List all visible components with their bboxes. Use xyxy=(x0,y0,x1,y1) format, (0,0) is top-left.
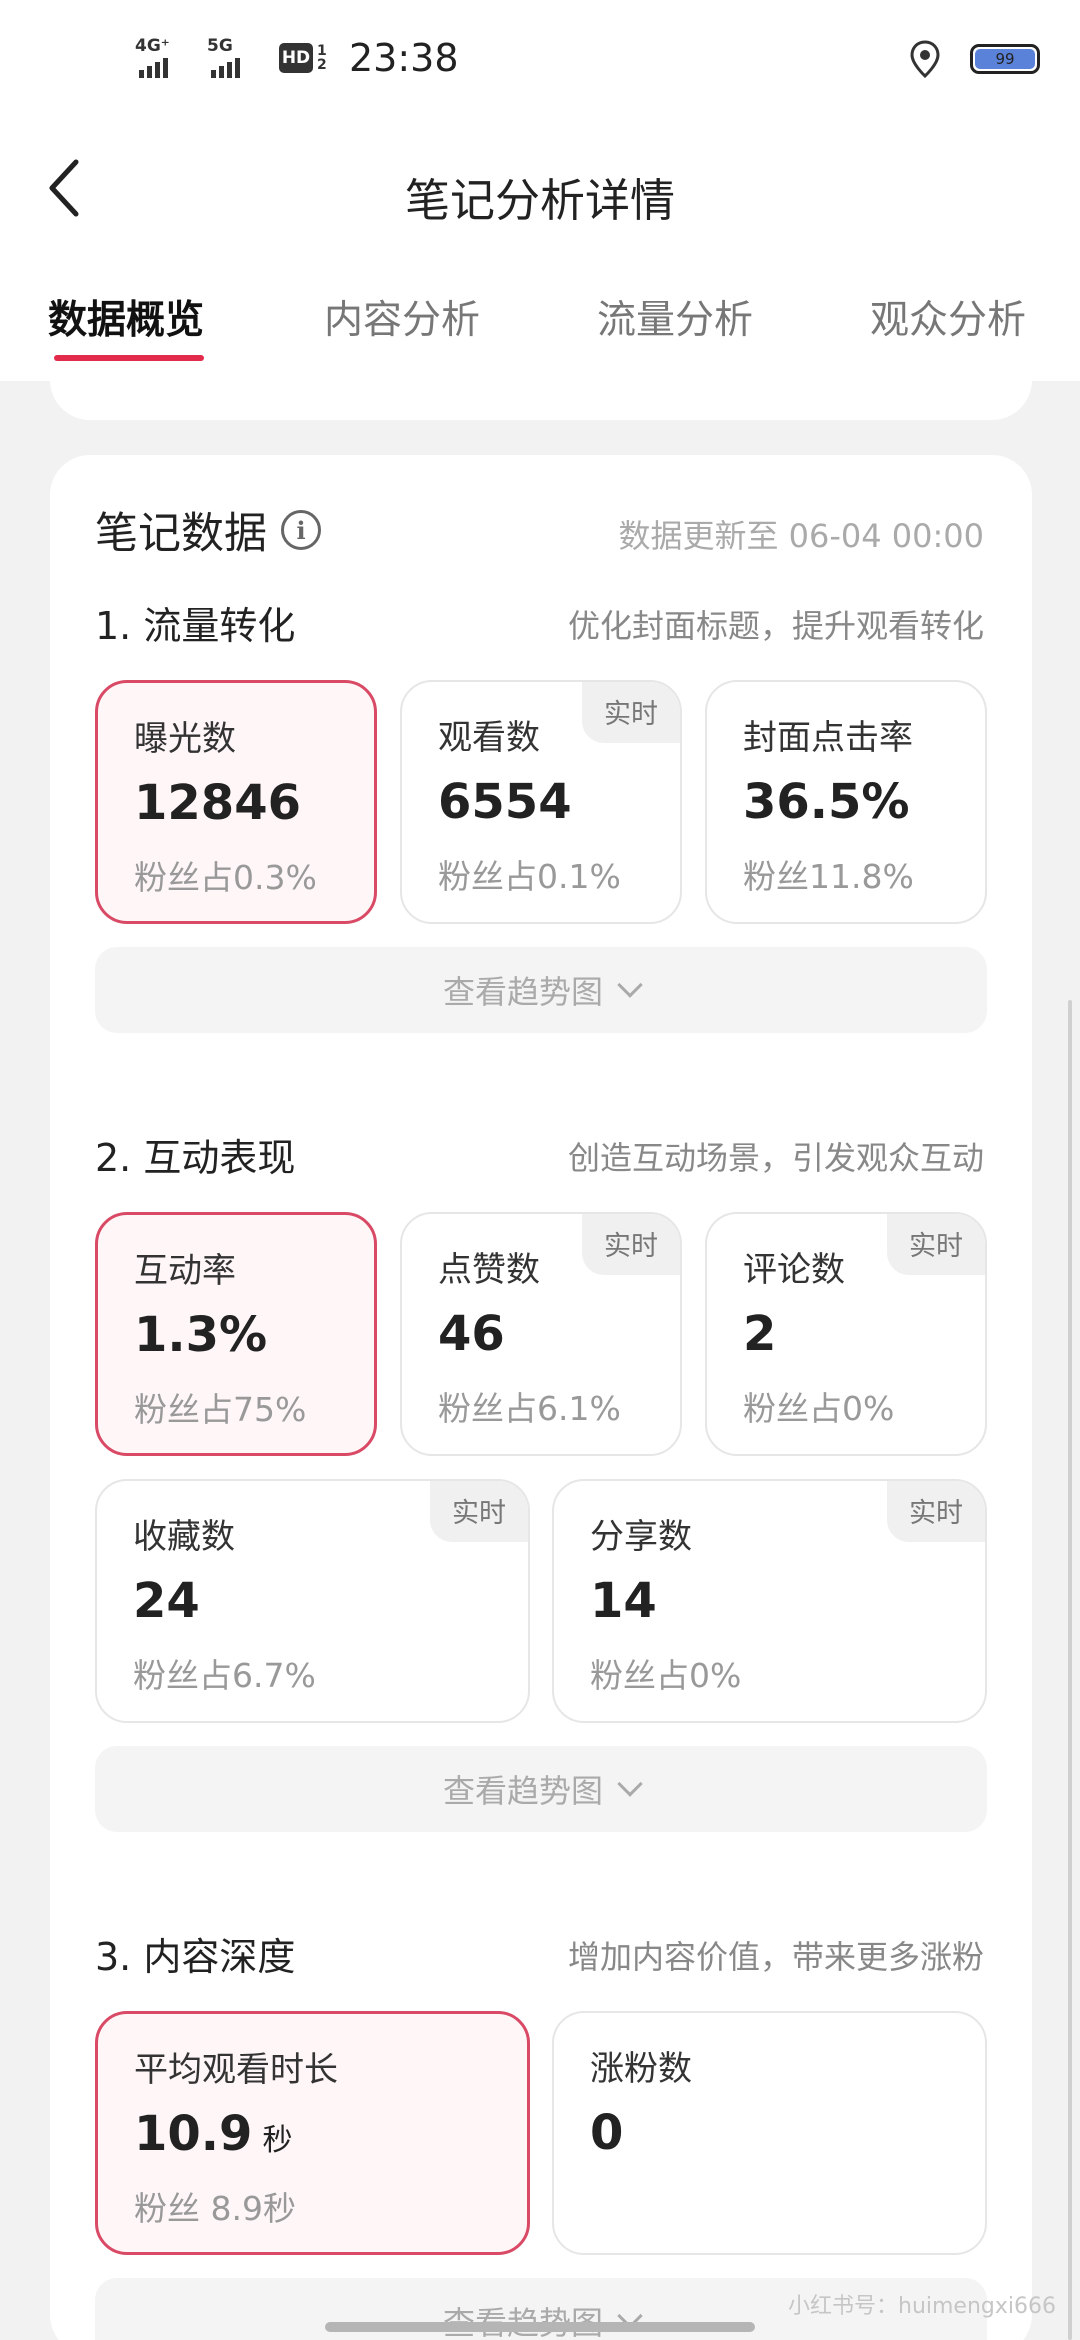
stat-new-followers[interactable]: 涨粉数 0 xyxy=(552,2011,987,2255)
info-icon[interactable]: i xyxy=(281,510,321,550)
section-depth-title: 3. 内容深度 xyxy=(95,1935,296,1979)
realtime-badge: 实时 xyxy=(582,1214,680,1275)
stat-impressions[interactable]: 曝光数 12846 粉丝占0.3% xyxy=(95,680,377,924)
stat-views[interactable]: 实时 观看数 6554 粉丝占0.1% xyxy=(400,680,682,924)
stat-interaction-rate[interactable]: 互动率 1.3% 粉丝占75% xyxy=(95,1212,377,1456)
top-bar: 4G⁺ 5G HD 1 2 23:38 99 笔记分析详情 xyxy=(0,0,1080,255)
section-interaction-title: 2. 互动表现 xyxy=(95,1136,296,1180)
realtime-badge: 实时 xyxy=(887,1214,985,1275)
view-trend-button[interactable]: 查看趋势图 xyxy=(95,1746,987,1832)
tab-overview[interactable]: 数据概览 xyxy=(48,289,204,345)
chevron-down-icon xyxy=(617,1771,643,1797)
tab-bar: 数据概览 内容分析 流量分析 观众分析 xyxy=(0,255,1080,381)
status-bar: 4G⁺ 5G HD 1 2 23:38 99 xyxy=(0,0,1080,118)
scrollbar[interactable] xyxy=(1068,1000,1072,2340)
nav-header: 笔记分析详情 xyxy=(0,118,1080,258)
hd-voice-sub: 1 2 xyxy=(317,43,327,73)
stat-cover-ctr[interactable]: 封面点击率 36.5% 粉丝11.8% xyxy=(705,680,987,924)
signal-5g-icon: 5G xyxy=(207,38,265,78)
realtime-badge: 实时 xyxy=(887,1481,985,1542)
signal-4g-icon: 4G⁺ xyxy=(135,38,193,78)
view-trend-button[interactable]: 查看趋势图 xyxy=(95,947,987,1033)
note-data-card: 笔记数据 i 数据更新至 06-04 00:00 1. 流量转化 优化封面标题，… xyxy=(50,455,1032,2340)
realtime-badge: 实时 xyxy=(582,682,680,743)
section-traffic-title: 1. 流量转化 xyxy=(95,604,296,648)
stat-shares[interactable]: 实时 分享数 14 粉丝占0% xyxy=(552,1479,987,1723)
battery-level: 99 xyxy=(995,50,1015,68)
chevron-down-icon xyxy=(617,972,643,998)
stat-collects[interactable]: 实时 收藏数 24 粉丝占6.7% xyxy=(95,1479,530,1723)
tab-traffic-analysis[interactable]: 流量分析 xyxy=(597,289,753,345)
tab-active-indicator xyxy=(54,355,204,361)
stat-likes[interactable]: 实时 点赞数 46 粉丝占6.1% xyxy=(400,1212,682,1456)
section-interaction-hint: 创造互动场景，引发观众互动 xyxy=(567,1139,984,1177)
location-icon xyxy=(910,40,940,78)
update-time: 数据更新至 06-04 00:00 xyxy=(618,517,984,555)
card-title: 笔记数据 i xyxy=(95,499,321,561)
battery-icon: 99 xyxy=(970,44,1040,74)
page: 4G⁺ 5G HD 1 2 23:38 99 笔记分析详情 数据概览 内容分析 … xyxy=(0,0,1080,2340)
page-title: 笔记分析详情 xyxy=(404,174,675,227)
realtime-badge: 实时 xyxy=(430,1481,528,1542)
watermark: 小红书号：huimengxi666 xyxy=(788,2294,1056,2319)
clock: 23:38 xyxy=(349,36,459,80)
stat-avg-watch-time[interactable]: 平均观看时长 10.9 秒 粉丝 8.9秒 xyxy=(95,2011,530,2255)
tab-content-analysis[interactable]: 内容分析 xyxy=(324,289,480,345)
hd-voice-icon: HD xyxy=(279,43,313,73)
stat-comments[interactable]: 实时 评论数 2 粉丝占0% xyxy=(705,1212,987,1456)
section-depth-hint: 增加内容价值，带来更多涨粉 xyxy=(567,1938,984,1976)
home-indicator[interactable] xyxy=(325,2322,755,2332)
section-traffic-hint: 优化封面标题，提升观看转化 xyxy=(567,607,984,645)
tab-audience-analysis[interactable]: 观众分析 xyxy=(870,289,1026,345)
